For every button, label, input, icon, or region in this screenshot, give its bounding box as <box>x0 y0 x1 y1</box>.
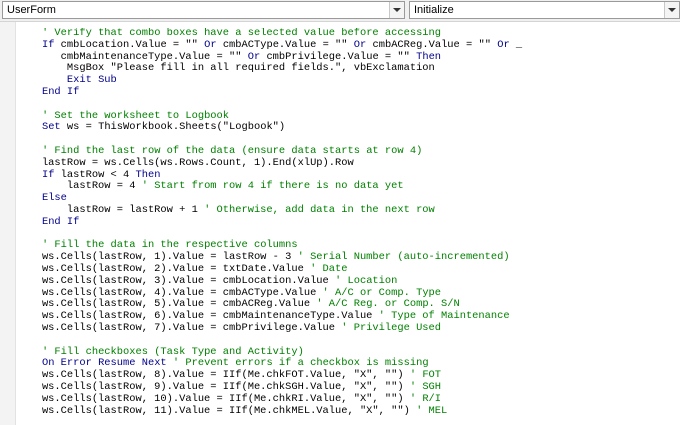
procedure-dropdown-value: Initialize <box>414 4 454 16</box>
code-text: lastRow = ws.Cells(ws.Rows.Count, 1).End… <box>17 156 354 169</box>
code-comment: ' Set the worksheet to Logbook <box>41 109 230 122</box>
code-text: ws.Cells(lastRow, 8).Value = IIf(Me.chkF… <box>17 369 410 382</box>
code-text: ws.Cells(lastRow, 11).Value = IIf(Me.chk… <box>17 404 417 417</box>
code-comment: ' R/I <box>409 392 442 405</box>
object-dropdown-value: UserForm <box>7 4 56 16</box>
code-text: ws.Cells(lastRow, 5).Value = cmbACReg.Va… <box>17 298 317 311</box>
code-comment: ' Location <box>335 274 398 287</box>
code-comment: ' Start from row 4 if there is no data y… <box>141 180 404 193</box>
code-comment: ' Prevent errors if a checkbox is missin… <box>172 357 429 370</box>
code-keyword: On Error Resume Next <box>41 357 167 370</box>
code-comment: ' Type of Maintenance <box>378 310 510 323</box>
code-text: cmbMaintenanceType.Value = "" <box>17 50 248 63</box>
code-line[interactable]: Exit Sub <box>17 74 680 87</box>
code-comment: ' Fill the data in the respective column… <box>41 239 298 252</box>
code-window-toolbar: UserForm Initialize <box>0 0 680 22</box>
object-dropdown[interactable]: UserForm <box>2 1 405 19</box>
code-keyword: End If <box>41 215 80 228</box>
code-comment: ' Serial Number (auto-incremented) <box>297 251 510 264</box>
code-comment: ' Verify that combo boxes have a selecte… <box>41 28 442 39</box>
code-text: _ <box>509 38 523 51</box>
code-comment: ' MEL <box>416 404 448 417</box>
code-comment: ' Privilege Used <box>341 321 442 334</box>
chevron-down-icon[interactable] <box>664 2 679 18</box>
code-keyword: Then <box>416 50 442 63</box>
code-line[interactable]: ws.Cells(lastRow, 7).Value = cmbPrivileg… <box>17 321 680 335</box>
code-text: ws.Cells(lastRow, 2).Value = txtDate.Val… <box>17 262 311 275</box>
code-comment: ' SGH <box>409 380 442 393</box>
code-keyword: Or <box>247 50 261 63</box>
code-comment: ' A/C or Comp. Type <box>322 286 442 299</box>
code-comment: ' Date <box>310 262 348 275</box>
code-text: ws = ThisWorkbook.Sheets("Logbook") <box>60 121 286 134</box>
code-keyword: Or <box>353 38 367 51</box>
code-margin-indicator-bar[interactable] <box>0 22 16 425</box>
code-comment: ' FOT <box>409 369 442 382</box>
code-keyword: Else <box>41 192 67 205</box>
code-text: MsgBox "Please fill in all required fiel… <box>17 62 435 75</box>
code-line[interactable]: lastRow = lastRow + 1 ' Otherwise, add d… <box>17 203 680 217</box>
code-line[interactable]: lastRow = 4 ' Start from row 4 if there … <box>17 180 680 193</box>
code-text: cmbLocation.Value = "" <box>54 38 205 51</box>
code-text: lastRow < 4 <box>54 168 136 181</box>
code-text: cmbACReg.Value = "" <box>366 38 498 51</box>
code-keyword: If <box>41 168 55 181</box>
code-text: ws.Cells(lastRow, 6).Value = cmbMaintena… <box>17 310 379 323</box>
code-comment: ' A/C Reg. or Comp. S/N <box>316 298 460 311</box>
code-comment: ' Fill checkboxes (Task Type and Activit… <box>41 345 304 358</box>
code-text: ws.Cells(lastRow, 1).Value = lastRow - 3 <box>17 251 298 264</box>
code-comment: ' Find the last row of the data (ensure … <box>41 144 423 157</box>
code-text: ws.Cells(lastRow, 3).Value = cmbLocation… <box>17 274 336 287</box>
code-text: ws.Cells(lastRow, 7).Value = cmbPrivileg… <box>17 321 342 334</box>
code-text: cmbPrivilege.Value = "" <box>260 50 417 63</box>
code-keyword: Then <box>135 168 161 181</box>
code-text: ws.Cells(lastRow, 4).Value = cmbACType.V… <box>17 286 323 299</box>
code-line[interactable]: End If <box>17 85 680 99</box>
procedure-dropdown[interactable]: Initialize <box>409 1 680 19</box>
code-editor[interactable]: ' Verify that combo boxes have a selecte… <box>17 28 680 425</box>
chevron-down-icon[interactable] <box>389 2 404 18</box>
code-keyword: End If <box>41 85 80 98</box>
code-text: lastRow = 4 <box>17 180 142 193</box>
code-keyword: Or <box>204 38 217 51</box>
code-text: ws.Cells(lastRow, 10).Value = IIf(Me.chk… <box>17 392 410 405</box>
code-line[interactable]: End If <box>17 215 680 229</box>
code-comment: ' Otherwise, add data in the next row <box>204 203 435 216</box>
code-text: cmbACType.Value = "" <box>216 38 354 51</box>
code-keyword: Exit Sub <box>66 74 117 87</box>
code-keyword: If <box>41 38 55 51</box>
code-line[interactable]: ws.Cells(lastRow, 11).Value = IIf(Me.chk… <box>17 404 680 418</box>
code-line[interactable]: Set ws = ThisWorkbook.Sheets("Logbook") <box>17 121 680 134</box>
code-text: ws.Cells(lastRow, 9).Value = IIf(Me.chkS… <box>17 380 410 393</box>
code-keyword: Set <box>41 121 61 134</box>
code-text: lastRow = lastRow + 1 <box>17 203 205 216</box>
code-keyword: Or <box>497 38 510 51</box>
